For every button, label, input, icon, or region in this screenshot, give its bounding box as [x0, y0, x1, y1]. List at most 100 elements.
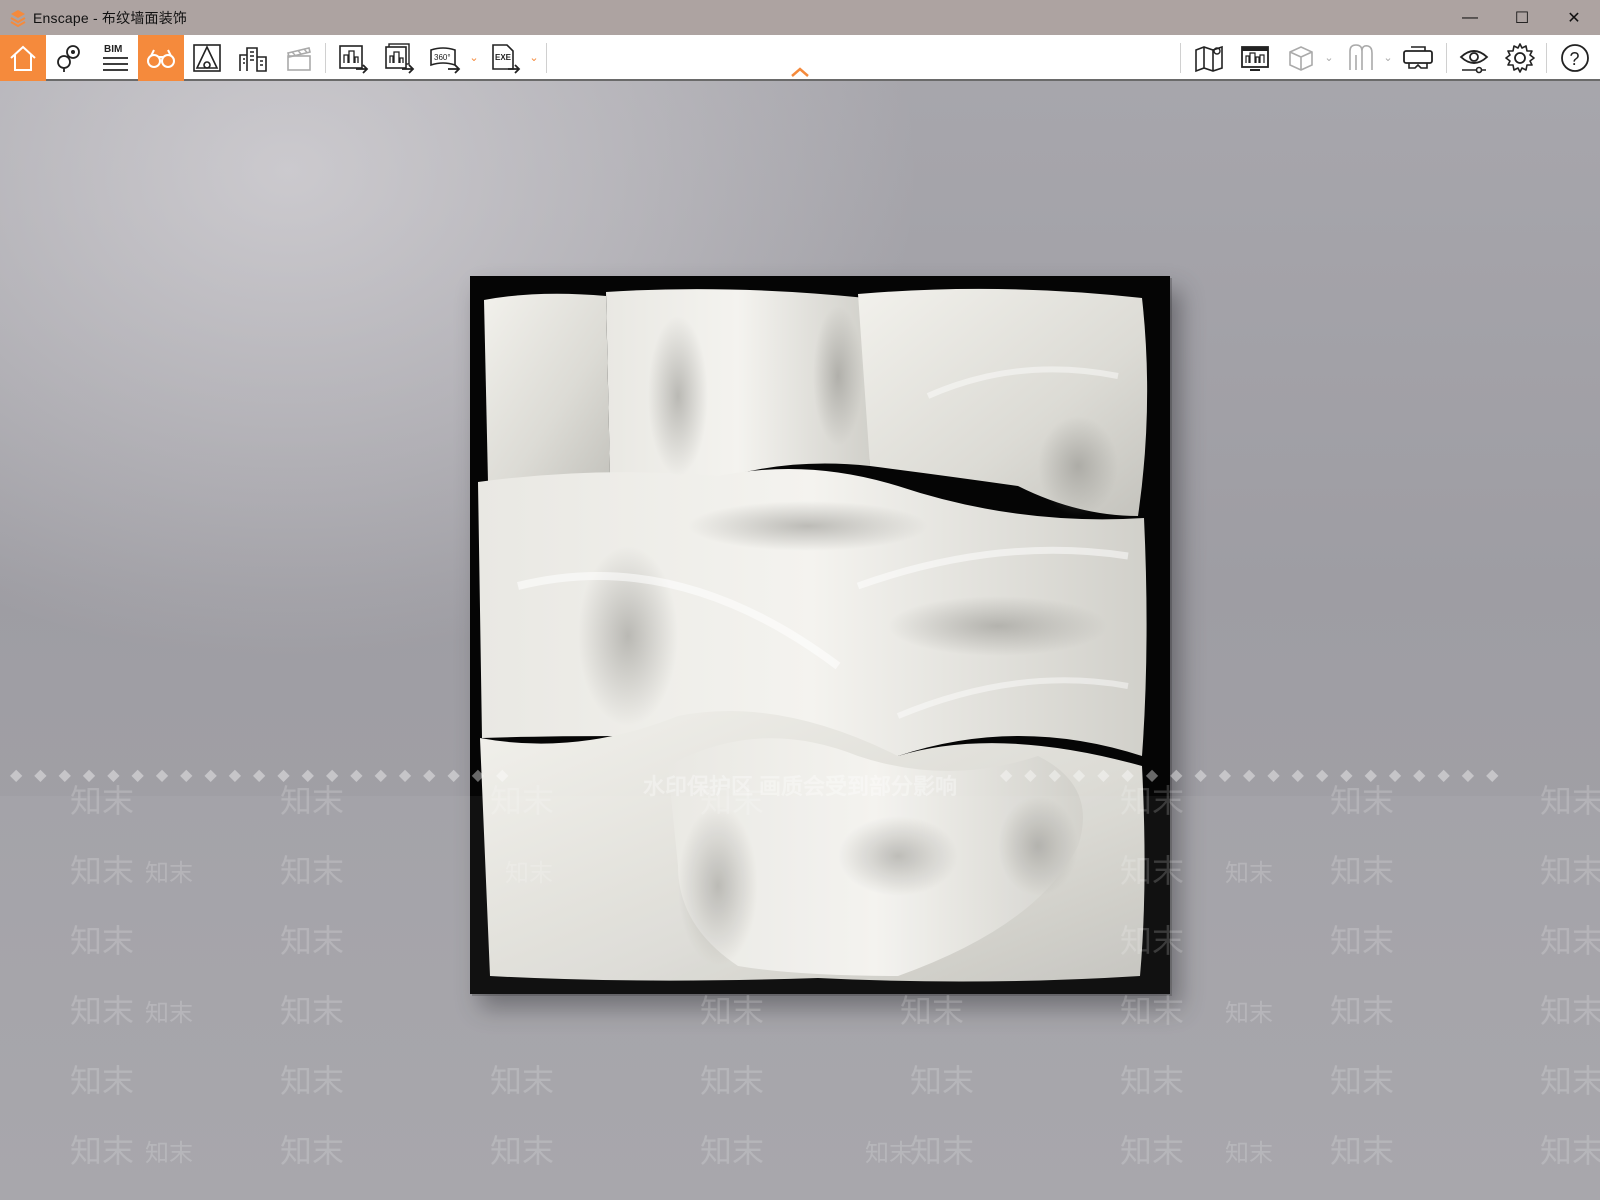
watermark-mark: 知末 [1225, 860, 1273, 887]
clapper-icon [287, 47, 311, 71]
watermark-mark: 知末 [145, 1000, 193, 1027]
vr-button[interactable] [1395, 35, 1441, 81]
maximize-button[interactable]: ☐ [1496, 0, 1548, 35]
watermark-mark: 知末 [1540, 923, 1600, 959]
watermark-mark: 知末 [1330, 923, 1395, 959]
watermark-mark: 知末 [1540, 1133, 1600, 1169]
close-button[interactable]: ✕ [1548, 0, 1600, 35]
toolbar-separator [1446, 43, 1447, 73]
panorama-button[interactable]: 360° [422, 35, 468, 81]
bim-label: BIM [104, 44, 122, 55]
settings-button[interactable] [1497, 35, 1543, 81]
toolbar-separator [1180, 43, 1181, 73]
help-label: ? [1570, 49, 1580, 69]
minimize-button[interactable]: — [1444, 0, 1496, 35]
home-icon [10, 45, 36, 71]
gear-icon [1505, 43, 1535, 73]
watermark-mark: 知末 [1225, 1000, 1273, 1027]
batch-render-button[interactable] [376, 35, 422, 81]
enscape-logo-icon [10, 9, 26, 27]
watermark-mark: 知末 [1540, 853, 1600, 889]
exe-label: EXE [495, 53, 512, 62]
watermark-mark: 知末 [865, 1140, 913, 1167]
watermark-mark: 知末 [1540, 993, 1600, 1029]
perspective-button[interactable] [184, 35, 230, 81]
watermark-mark: 知末 [1330, 1063, 1395, 1099]
watermark-mark: 知末 [145, 860, 193, 887]
watermark-mark: 知末 [700, 1133, 765, 1169]
watermark-mark: 知末 [280, 1063, 345, 1099]
bim-info-button[interactable]: BIM [92, 35, 138, 81]
asset-library-button[interactable] [1278, 35, 1324, 81]
export-exe-icon: EXE [492, 44, 521, 74]
watermark-mark: 知末 [1330, 993, 1395, 1029]
visual-settings-button[interactable] [1451, 35, 1497, 81]
map-button[interactable] [1186, 35, 1232, 81]
watermark-mark: 知末 [70, 1133, 135, 1169]
watermark-mark: 知末 [70, 993, 135, 1029]
fabric-wall-panel [470, 276, 1170, 994]
watermark-mark: 知末 [490, 1133, 555, 1169]
panorama-dropdown-icon[interactable]: ⌄ [468, 50, 480, 64]
watermark-mark: 知末 [70, 853, 135, 889]
collapse-toolbar-icon[interactable] [790, 66, 810, 78]
buildings-icon [239, 47, 267, 72]
home-button[interactable] [0, 35, 46, 81]
watermark-mark: 知末 [490, 1063, 555, 1099]
title-bar: Enscape - 布纹墙面装饰 — ☐ ✕ [0, 0, 1600, 35]
watermark-mark: 知末 [70, 1063, 135, 1099]
panorama-360-icon: 360° [430, 47, 461, 74]
site-context-button[interactable] [230, 35, 276, 81]
watermark-mark: 知末 [280, 853, 345, 889]
export-dropdown-icon[interactable]: ⌄ [528, 50, 540, 64]
render-image-icon [339, 45, 369, 74]
watermark-mark: 知末 [70, 783, 135, 819]
minimap-button[interactable] [1232, 35, 1278, 81]
toolbar-separator [325, 43, 326, 73]
map-icon [1195, 45, 1223, 73]
watermark-mark: 知末 [910, 1133, 975, 1169]
asset-dropdown-icon[interactable]: ⌄ [1323, 50, 1335, 64]
watermark-mark: 知末 [145, 1140, 193, 1167]
view-management-button[interactable] [46, 35, 92, 81]
watermark-mark: 知末 [1540, 1063, 1600, 1099]
watermark-mark: 知末 [280, 783, 345, 819]
toolbar-separator [1546, 43, 1547, 73]
monitor-icon [1241, 46, 1269, 71]
watermark-mark: 知末 [280, 923, 345, 959]
batch-render-icon [385, 43, 415, 74]
watermark-mark: 知末 [70, 923, 135, 959]
screenshot-button[interactable] [330, 35, 376, 81]
walk-mode-button[interactable] [138, 35, 184, 81]
watermark-mark: 知末 [910, 1063, 975, 1099]
watermark-mark: 知末 [1540, 783, 1600, 819]
material-editor-button[interactable] [1336, 35, 1382, 81]
material-dropdown-icon[interactable]: ⌄ [1382, 50, 1394, 64]
watermark-mark: 知末 [1330, 1133, 1395, 1169]
toolbar-separator [546, 43, 547, 73]
bim-icon: BIM [103, 44, 128, 71]
watermark-mark: 知末 [280, 993, 345, 1029]
watermark-mark: 知末 [1330, 853, 1395, 889]
window-controls: — ☐ ✕ [1444, 0, 1600, 35]
vr-headset-icon [1403, 46, 1433, 69]
watermark-mark: 知末 [1120, 1133, 1185, 1169]
help-icon: ? [1561, 44, 1589, 72]
export-exe-button[interactable]: EXE [482, 35, 528, 81]
watermark-mark: 知末 [1120, 1063, 1185, 1099]
perspective-icon [193, 44, 221, 72]
render-viewport[interactable]: ◆◆◆◆◆◆◆◆◆◆◆◆◆◆◆◆◆◆◆◆◆ ◆◆◆◆◆◆◆◆◆◆◆◆◆◆◆◆◆◆… [0, 81, 1600, 1200]
map-pin-icon [57, 45, 80, 72]
video-editor-button[interactable] [276, 35, 322, 81]
help-button[interactable]: ? [1552, 35, 1598, 81]
window-title: Enscape - 布纹墙面装饰 [33, 9, 188, 26]
draped-cloth-render [478, 288, 1148, 982]
watermark-mark: 知末 [700, 1063, 765, 1099]
panorama-label: 360° [434, 53, 451, 62]
binoculars-icon [147, 49, 175, 68]
watermark-mark: 知末 [1330, 783, 1395, 819]
watermark-mark: 知末 [280, 1133, 345, 1169]
watermark-mark: 知末 [1225, 1140, 1273, 1167]
mannequin-icon [1349, 44, 1373, 70]
eye-settings-icon [1459, 50, 1489, 74]
